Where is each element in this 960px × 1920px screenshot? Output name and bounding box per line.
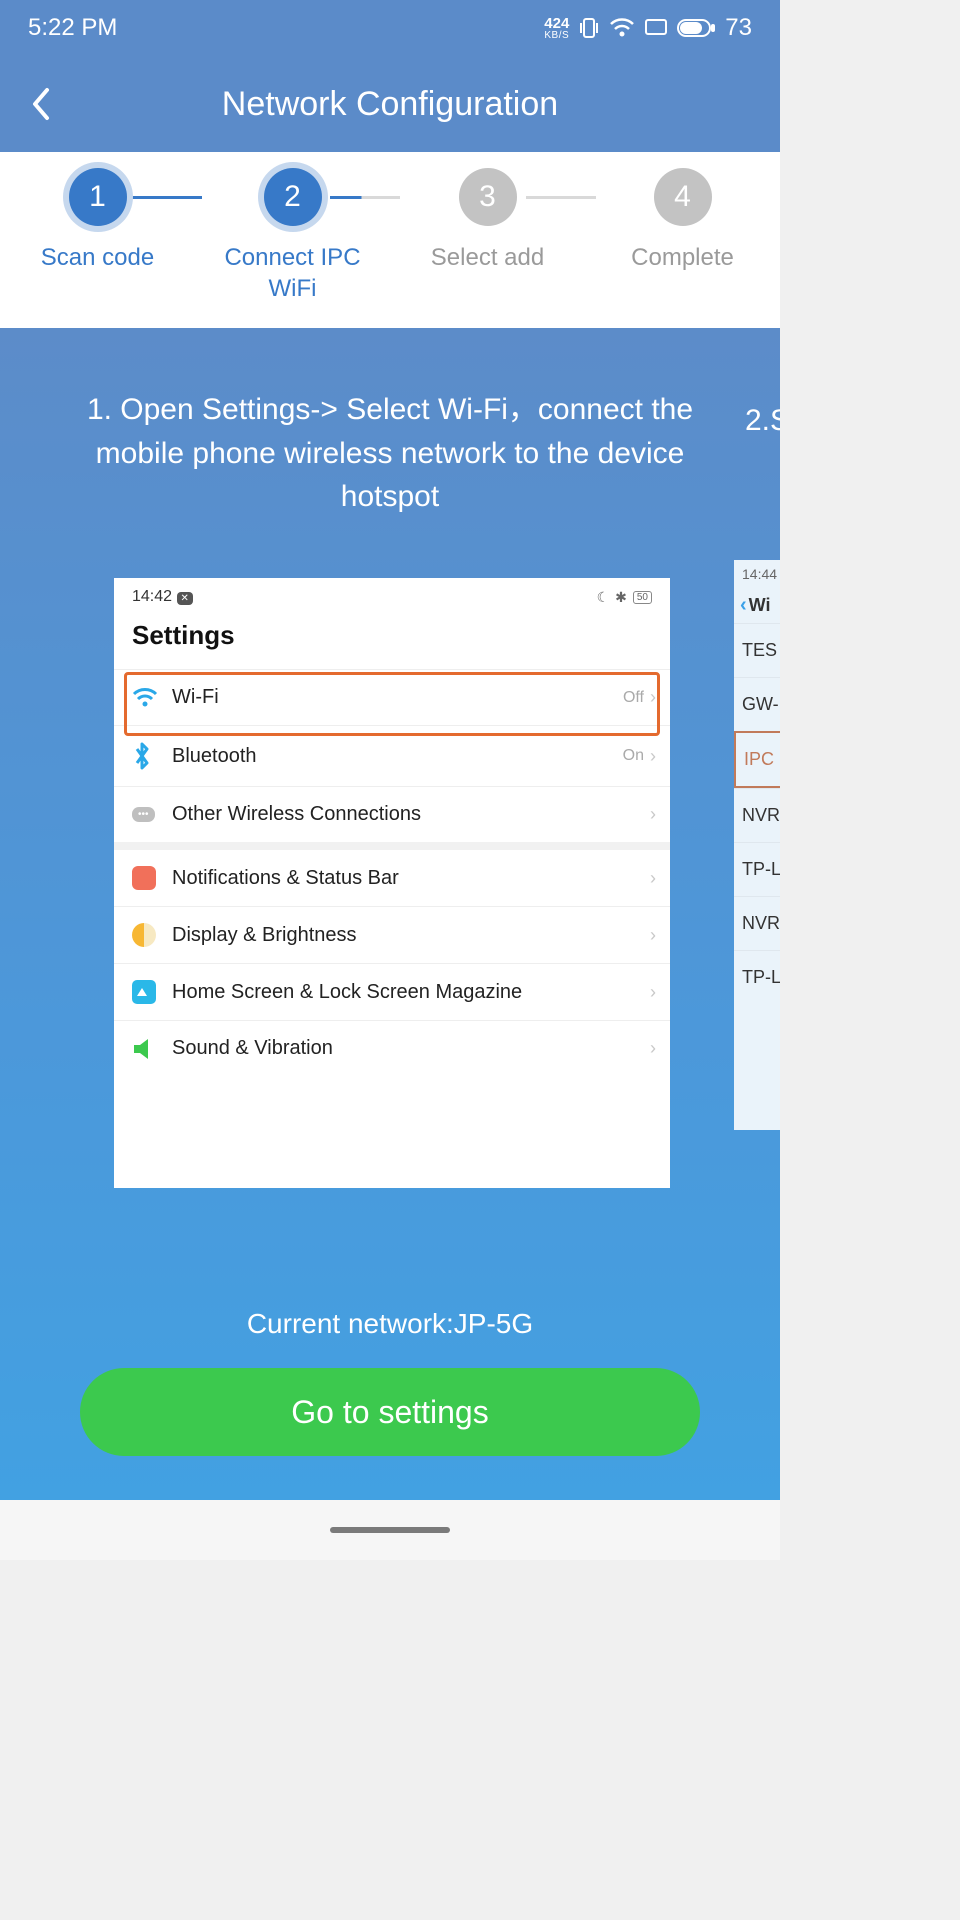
home-indicator-area bbox=[0, 1500, 780, 1560]
step-number: 4 bbox=[654, 168, 712, 226]
wifi-item: TP-L bbox=[734, 842, 780, 896]
mock-time: 14:44 bbox=[734, 560, 780, 588]
chevron-left-icon: ‹ bbox=[740, 594, 747, 617]
step-label: Connect IPC WiFi bbox=[195, 242, 390, 304]
current-network-label: Current network:JP-5G bbox=[0, 1308, 780, 1340]
brightness-icon bbox=[132, 923, 172, 947]
instruction-text-next: 2.S bbox=[745, 404, 780, 438]
step-scan-code: 1 Scan code bbox=[0, 168, 195, 273]
chevron-right-icon: › bbox=[650, 925, 656, 946]
mock-settings-title: Settings bbox=[114, 612, 670, 669]
back-button[interactable] bbox=[20, 84, 60, 124]
mock-row-notifications: Notifications & Status Bar › bbox=[114, 842, 670, 906]
battery-icon: 50 bbox=[633, 591, 652, 604]
bluetooth-icon bbox=[132, 742, 172, 770]
content-area: 1. Open Settings-> Select Wi-Fi，connect … bbox=[0, 328, 780, 1500]
steps-bar: 1 Scan code 2 Connect IPC WiFi 3 Select … bbox=[0, 152, 780, 328]
wifi-item: TES bbox=[734, 623, 780, 677]
settings-illustration: 14:42 ✕ ☾ ✱ 50 Settings Wi-Fi Off › Blue… bbox=[114, 578, 670, 1188]
mock-row-bluetooth: Bluetooth On › bbox=[114, 725, 670, 786]
mock-row-home-screen: Home Screen & Lock Screen Magazine › bbox=[114, 963, 670, 1020]
step-complete: 4 Complete bbox=[585, 168, 780, 273]
current-network-value: JP-5G bbox=[454, 1308, 533, 1339]
picture-icon bbox=[132, 980, 172, 1004]
wifi-item: GW- bbox=[734, 677, 780, 731]
step-connector bbox=[132, 196, 202, 199]
home-indicator[interactable] bbox=[330, 1527, 450, 1533]
page-title: Network Configuration bbox=[0, 85, 780, 124]
notification-icon bbox=[132, 866, 172, 890]
x-badge-icon: ✕ bbox=[177, 592, 193, 605]
step-label: Scan code bbox=[37, 242, 158, 273]
mock-status-bar: 14:42 ✕ ☾ ✱ 50 bbox=[114, 578, 670, 612]
status-icons: 424 KB/S 73 bbox=[544, 14, 752, 42]
chevron-right-icon: › bbox=[650, 687, 656, 708]
wifi-item: NVR bbox=[734, 788, 780, 842]
mock-row-display: Display & Brightness › bbox=[114, 906, 670, 963]
step-label: Select add bbox=[427, 242, 548, 273]
sound-icon bbox=[132, 1038, 172, 1060]
mock-row-sound: Sound & Vibration › bbox=[114, 1020, 670, 1076]
step-select-add: 3 Select add bbox=[390, 168, 585, 273]
status-time: 5:22 PM bbox=[28, 14, 117, 42]
instruction-text: 1. Open Settings-> Select Wi-Fi，connect … bbox=[0, 328, 780, 549]
wifi-icon bbox=[132, 688, 172, 708]
step-number: 1 bbox=[69, 168, 127, 226]
mock-row-wifi: Wi-Fi Off › bbox=[114, 669, 670, 725]
mock-row-other-wireless: ••• Other Wireless Connections › bbox=[114, 786, 670, 842]
mock-wifi-header: ‹Wi bbox=[734, 588, 780, 623]
step-connect-ipc-wifi: 2 Connect IPC WiFi bbox=[195, 168, 390, 304]
nav-header: Network Configuration bbox=[0, 56, 780, 152]
step-label: Complete bbox=[627, 242, 738, 273]
chevron-right-icon: › bbox=[650, 1038, 656, 1059]
wifi-item: NVR bbox=[734, 896, 780, 950]
battery-percent: 73 bbox=[725, 14, 752, 42]
status-bar: 5:22 PM 424 KB/S 73 bbox=[0, 0, 780, 56]
wifi-list-illustration-peek: 14:44 ‹Wi TES GW- IPC NVR TP-L NVR TP-L bbox=[734, 560, 780, 1130]
chevron-right-icon: › bbox=[650, 982, 656, 1003]
signal-icon bbox=[645, 19, 667, 37]
go-to-settings-button[interactable]: Go to settings bbox=[80, 1368, 700, 1456]
vibrate-icon bbox=[579, 16, 599, 40]
moon-icon: ☾ bbox=[597, 589, 610, 606]
wifi-item-highlighted: IPC bbox=[734, 731, 780, 788]
chevron-right-icon: › bbox=[650, 746, 656, 767]
step-connector bbox=[526, 196, 596, 199]
chevron-right-icon: › bbox=[650, 804, 656, 825]
step-number: 3 bbox=[459, 168, 517, 226]
network-speed: 424 KB/S bbox=[544, 16, 569, 41]
more-icon: ••• bbox=[132, 807, 172, 822]
bluetooth-icon: ✱ bbox=[615, 589, 627, 606]
chevron-right-icon: › bbox=[650, 868, 656, 889]
wifi-item: TP-L bbox=[734, 950, 780, 1004]
step-connector bbox=[330, 196, 400, 199]
step-number: 2 bbox=[264, 168, 322, 226]
wifi-icon bbox=[609, 18, 635, 38]
battery-icon bbox=[677, 18, 717, 38]
